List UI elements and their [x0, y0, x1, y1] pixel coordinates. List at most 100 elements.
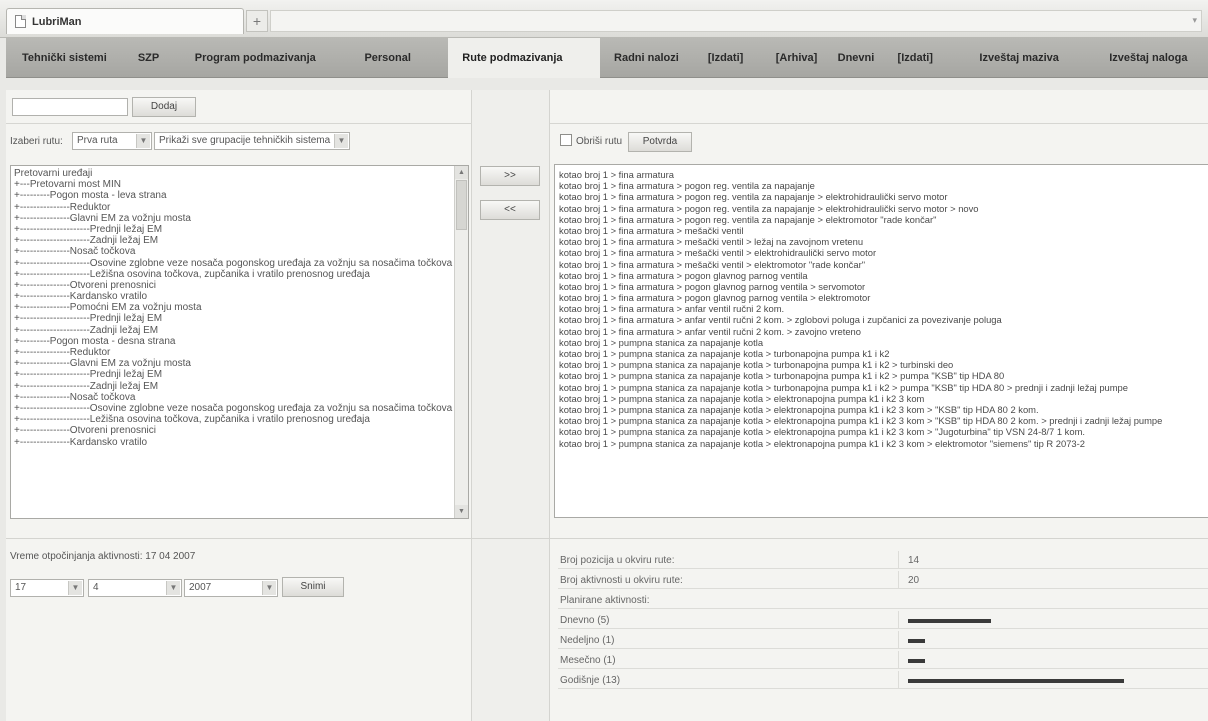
- route-item[interactable]: kotao broj 1 > pumpna stanica za napajan…: [555, 404, 1208, 415]
- tree-scrollbar[interactable]: ▲ ▼: [454, 166, 468, 518]
- nav-item[interactable]: Personal: [350, 38, 448, 78]
- tree-item[interactable]: Pretovarni uređaji: [11, 168, 468, 179]
- planned-label: Planirane aktivnosti:: [560, 595, 650, 606]
- activities-value: 20: [908, 575, 920, 586]
- chevron-down-icon[interactable]: ▾: [1192, 15, 1197, 26]
- tree-item[interactable]: +---------------------Ležišna osovina to…: [11, 269, 468, 280]
- tree-item[interactable]: +---Pretovarni most MIN: [11, 179, 468, 190]
- divider: [898, 651, 899, 669]
- tree-item[interactable]: +---------------------Prednji ležaj EM: [11, 224, 468, 235]
- positions-row: Broj pozicija u okviru rute: 14: [558, 551, 1208, 569]
- tree-item[interactable]: +---------------Kardansko vratilo: [11, 291, 468, 302]
- route-item[interactable]: kotao broj 1 > pumpna stanica za napajan…: [555, 438, 1208, 449]
- tree-item[interactable]: +---------------Reduktor: [11, 202, 468, 213]
- nav-item[interactable]: SZP: [126, 38, 181, 78]
- new-route-input[interactable]: [12, 98, 128, 116]
- nav-item[interactable]: Dnevni: [832, 38, 892, 78]
- system-tree[interactable]: Pretovarni uređaji +---Pretovarni most MI…: [10, 165, 469, 519]
- route-item[interactable]: kotao broj 1 > fina armatura > anfar ven…: [555, 303, 1208, 314]
- tree-item[interactable]: +---------------------Osovine zglobne ve…: [11, 258, 468, 269]
- nav-item[interactable]: [Izdati]: [892, 38, 964, 78]
- add-button[interactable]: Dodaj: [132, 97, 196, 117]
- nav-item[interactable]: [Izdati]: [702, 38, 770, 78]
- route-item[interactable]: kotao broj 1 > fina armatura > mešački v…: [555, 247, 1208, 258]
- route-item[interactable]: kotao broj 1 > pumpna stanica za napajan…: [555, 415, 1208, 426]
- nav-item[interactable]: Rute podmazivanja: [448, 37, 601, 78]
- day-select[interactable]: 17 ▼: [10, 579, 84, 597]
- tree-item[interactable]: +---------------------Ležišna osovina to…: [11, 414, 468, 425]
- nav-item[interactable]: Izveštaj maziva: [963, 38, 1095, 78]
- route-item[interactable]: kotao broj 1 > fina armatura > anfar ven…: [555, 314, 1208, 325]
- route-item[interactable]: kotao broj 1 > pumpna stanica za napajan…: [555, 370, 1208, 381]
- route-item[interactable]: kotao broj 1 > fina armatura > pogon reg…: [555, 203, 1208, 214]
- route-item[interactable]: kotao broj 1 > pumpna stanica za napajan…: [555, 359, 1208, 370]
- tree-item[interactable]: +---------------------Prednji ležaj EM: [11, 369, 468, 380]
- page-icon: [15, 15, 26, 28]
- tree-item[interactable]: +---------------Nosač točkova: [11, 392, 468, 403]
- tree-item[interactable]: +---------------Otvoreni prenosnici: [11, 280, 468, 291]
- route-item[interactable]: kotao broj 1 > fina armatura > pogon gla…: [555, 281, 1208, 292]
- year-select[interactable]: 2007 ▼: [184, 579, 278, 597]
- nav-item[interactable]: Tehnički sistemi: [6, 38, 126, 78]
- route-list[interactable]: kotao broj 1 > fina armatura kotao broj 1…: [554, 164, 1208, 518]
- delete-route-checkbox[interactable]: [560, 134, 572, 146]
- browser-tab[interactable]: LubriMan: [6, 8, 244, 34]
- planned-row: Dnevno (5): [558, 611, 1208, 629]
- nav-item[interactable]: [Arhiva]: [770, 38, 832, 78]
- route-item[interactable]: kotao broj 1 > fina armatura > pogon reg…: [555, 214, 1208, 225]
- choose-route-label: Izaberi rutu:: [10, 136, 63, 147]
- confirm-button[interactable]: Potvrda: [628, 132, 692, 152]
- tree-item[interactable]: +---------------Kardansko vratilo: [11, 437, 468, 448]
- tree-item[interactable]: +---------------------Zadnji ležaj EM: [11, 235, 468, 246]
- route-select[interactable]: Prva ruta ▼: [72, 132, 152, 150]
- route-item[interactable]: kotao broj 1 > pumpna stanica za napajan…: [555, 393, 1208, 404]
- tree-item[interactable]: +---------Pogon mosta - leva strana: [11, 190, 468, 201]
- move-left-button[interactable]: <<: [480, 200, 540, 220]
- tree-item[interactable]: +---------Pogon mosta - desna strana: [11, 336, 468, 347]
- tree-item[interactable]: +---------------Glavni EM za vožnju most…: [11, 213, 468, 224]
- route-item[interactable]: kotao broj 1 > pumpna stanica za napajan…: [555, 426, 1208, 437]
- route-item[interactable]: kotao broj 1 > pumpna stanica za napajan…: [555, 382, 1208, 393]
- tree-item[interactable]: +---------------Reduktor: [11, 347, 468, 358]
- save-button[interactable]: Snimi: [282, 577, 344, 597]
- tree-item[interactable]: +---------------Nosač točkova: [11, 246, 468, 257]
- divider: [898, 631, 899, 649]
- divider: [6, 123, 472, 124]
- scroll-down-icon[interactable]: ▼: [455, 505, 468, 518]
- route-item[interactable]: kotao broj 1 > fina armatura > mešački v…: [555, 236, 1208, 247]
- tree-item[interactable]: +---------------------Zadnji ležaj EM: [11, 325, 468, 336]
- move-right-button[interactable]: >>: [480, 166, 540, 186]
- scroll-thumb[interactable]: [456, 180, 467, 230]
- tree-item[interactable]: +---------------------Osovine zglobne ve…: [11, 403, 468, 414]
- nav-item[interactable]: Program podmazivanja: [181, 38, 351, 78]
- planned-count-bar: [908, 639, 925, 643]
- tree-item[interactable]: +---------------------Zadnji ležaj EM: [11, 381, 468, 392]
- route-item[interactable]: kotao broj 1 > fina armatura: [555, 169, 1208, 180]
- tree-item[interactable]: +---------------Otvoreni prenosnici: [11, 425, 468, 436]
- route-item[interactable]: kotao broj 1 > fina armatura > mešački v…: [555, 225, 1208, 236]
- browser-tab-title: LubriMan: [32, 15, 82, 28]
- route-item[interactable]: kotao broj 1 > fina armatura > pogon gla…: [555, 292, 1208, 303]
- route-item[interactable]: kotao broj 1 > pumpna stanica za napajan…: [555, 348, 1208, 359]
- route-item[interactable]: kotao broj 1 > fina armatura > anfar ven…: [555, 326, 1208, 337]
- planned-count-bar: [908, 679, 1124, 683]
- route-item[interactable]: kotao broj 1 > fina armatura > pogon reg…: [555, 191, 1208, 202]
- scroll-up-icon[interactable]: ▲: [455, 166, 468, 179]
- route-item[interactable]: kotao broj 1 > fina armatura > pogon gla…: [555, 270, 1208, 281]
- month-select[interactable]: 4 ▼: [88, 579, 182, 597]
- chevron-down-icon: ▼: [68, 581, 82, 595]
- tree-item[interactable]: +---------------------Prednji ležaj EM: [11, 313, 468, 324]
- new-tab-button[interactable]: +: [246, 10, 268, 32]
- tree-items: Pretovarni uređaji +---Pretovarni most MI…: [11, 166, 468, 448]
- tree-item[interactable]: +---------------Pomoćni EM za vožnju mos…: [11, 302, 468, 313]
- route-item[interactable]: kotao broj 1 > pumpna stanica za napajan…: [555, 337, 1208, 348]
- route-select-value: Prva ruta: [77, 135, 118, 146]
- nav-item[interactable]: Izveštaj naloga: [1095, 38, 1208, 78]
- tree-item[interactable]: +---------------Glavni EM za vožnju most…: [11, 358, 468, 369]
- nav-item[interactable]: Radni nalozi: [600, 38, 702, 78]
- route-item[interactable]: kotao broj 1 > fina armatura > mešački v…: [555, 259, 1208, 270]
- route-item[interactable]: kotao broj 1 > fina armatura > pogon reg…: [555, 180, 1208, 191]
- planned-count-bar: [908, 619, 991, 623]
- group-select[interactable]: Prikaži sve grupacije tehničkih sistema …: [154, 132, 350, 150]
- year-select-value: 2007: [189, 582, 212, 593]
